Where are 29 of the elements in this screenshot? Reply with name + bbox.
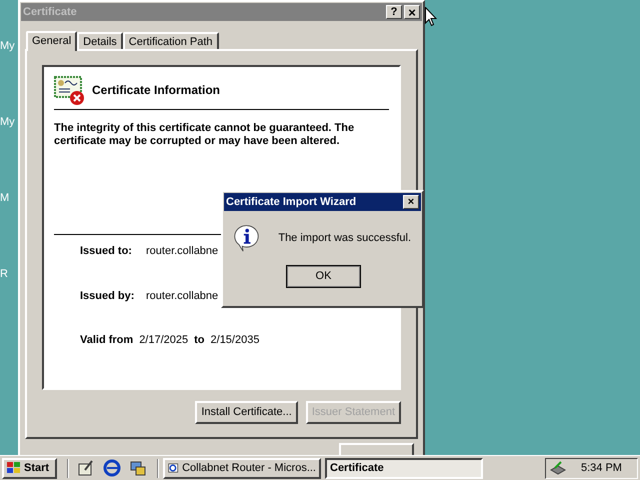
close-button[interactable]: ×: [404, 5, 420, 19]
ok-button[interactable]: OK: [286, 265, 361, 288]
clock: 5:34 PM: [581, 460, 622, 476]
taskbar-button[interactable]: Collabnet Router - Micros...: [163, 458, 321, 478]
dialog-title: Certificate Import Wizard: [226, 194, 358, 210]
field-value: router.collabne: [146, 288, 218, 304]
dialog-message: The import was successful.: [278, 230, 411, 246]
field-label: Valid from: [80, 333, 134, 348]
field-label: Issued by:: [80, 288, 136, 304]
window-title: Certificate: [23, 4, 78, 20]
field-value: router.collabne: [146, 244, 218, 259]
network-icon: [549, 460, 567, 476]
certificate-error-icon: [54, 75, 86, 105]
dialog-button[interactable]: Install Certificate...: [195, 401, 298, 424]
info-header: Certificate Information: [92, 82, 220, 99]
tab[interactable]: Details: [77, 32, 123, 49]
field-label: Issued to:: [80, 244, 133, 259]
field-value: 2/15/2035: [210, 333, 260, 348]
tab[interactable]: Certification Path: [122, 32, 219, 49]
windows-logo-icon: [6, 461, 22, 475]
field-label: to: [194, 333, 205, 348]
taskbar-button[interactable]: Certificate: [325, 458, 483, 478]
help-button[interactable]: ?: [386, 5, 402, 19]
close-button[interactable]: ×: [403, 195, 419, 209]
field-value: 2/17/2025: [139, 333, 188, 348]
start-button[interactable]: Start: [2, 458, 57, 478]
browser-icon[interactable]: [103, 459, 121, 477]
tab[interactable]: General: [26, 31, 78, 51]
warning-text: The integrity of this certificate cannot be guaranteed. The certificate may be corrupted or may have been altered.: [54, 122, 356, 148]
